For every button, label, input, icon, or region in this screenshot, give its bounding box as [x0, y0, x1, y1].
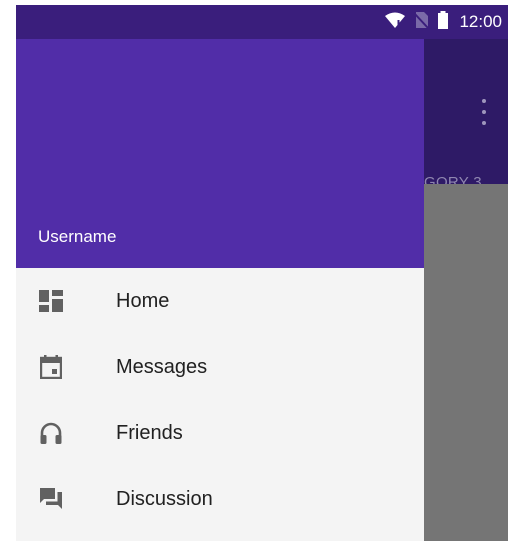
nav-item-discussion[interactable]: Discussion	[16, 466, 424, 532]
nav-item-messages[interactable]: Messages	[16, 334, 424, 400]
nav-item-home[interactable]: Home	[16, 268, 424, 334]
drawer-nav-list: Home Messages Friends Discussion	[16, 268, 424, 532]
navigation-drawer: Username Home Messages Friends Discussio…	[16, 39, 424, 541]
nav-label-messages: Messages	[116, 355, 208, 378]
headset-icon	[38, 420, 64, 446]
nav-label-friends: Friends	[116, 421, 183, 444]
username: Username	[38, 227, 117, 246]
drawer-header: Username	[16, 39, 424, 268]
more-vert-icon[interactable]	[474, 99, 494, 125]
status-time: 12:00	[459, 12, 502, 31]
dashboard-icon	[38, 288, 64, 314]
forum-icon	[38, 486, 64, 512]
nav-label-home: Home	[116, 289, 170, 312]
no-sim-icon	[413, 11, 430, 34]
status-bar: 12:00	[16, 5, 508, 39]
nav-label-discussion: Discussion	[116, 487, 213, 510]
nav-item-friends[interactable]: Friends	[16, 400, 424, 466]
event-icon	[38, 354, 64, 380]
wifi-icon	[385, 12, 406, 33]
device-screen: 12:00 GORY 3 Username Home Messages Frie…	[16, 5, 508, 541]
status-icons: 12:00	[385, 5, 502, 39]
battery-icon	[437, 10, 449, 34]
